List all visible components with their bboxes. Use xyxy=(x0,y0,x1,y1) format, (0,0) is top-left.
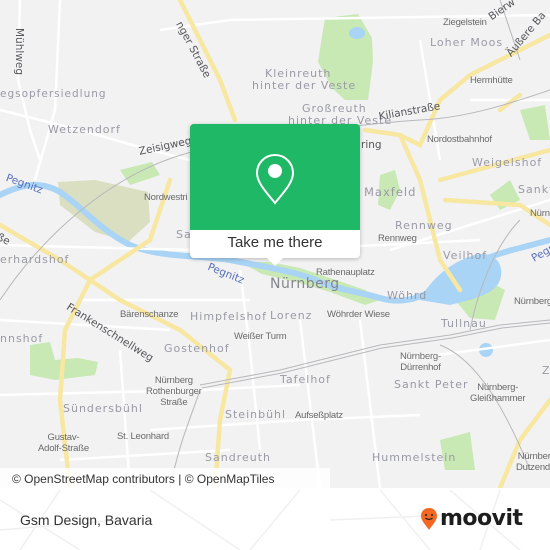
popup-header[interactable] xyxy=(190,124,360,230)
location-popup[interactable]: Take me there xyxy=(190,124,360,266)
label-gleisshammer: Nürnberg- Gleißhammer xyxy=(470,382,526,404)
label-tafelhof: Tafelhof xyxy=(280,373,331,386)
label-sankt-peter: Sankt Peter xyxy=(394,378,469,391)
label-duerrenhof-line2: Dürrenhof xyxy=(400,362,441,373)
label-muhlweg: Mühlweg xyxy=(13,28,25,75)
popup-pointer xyxy=(267,258,283,266)
label-nordwestring: Nordwestri xyxy=(144,192,188,203)
aeussere-bayreuther-strasse xyxy=(362,32,550,149)
label-gleisshammer-line2: Gleißhammer xyxy=(470,393,526,404)
label-rennweg-district: Rennweg xyxy=(395,219,453,232)
label-baerenschanze: Bärenschanze xyxy=(120,309,179,320)
moovit-wordmark: moovit xyxy=(440,506,523,531)
park-ne xyxy=(520,105,550,140)
label-suendersbuehl: Sündersbühl xyxy=(63,402,143,415)
label-woehrder-wiese: Wöhrder Wiese xyxy=(327,309,390,320)
label-maxfeld: Maxfeld xyxy=(364,185,417,199)
label-steinbuehl: Steinbühl xyxy=(225,408,287,421)
label-rothenburger-line2: Rothenburger xyxy=(146,386,202,397)
label-kleinreuth-2: hinter der Veste xyxy=(252,79,357,92)
label-kleinreuth-1: Kleinreuth xyxy=(265,67,332,80)
label-st-leonhard: St. Leonhard xyxy=(117,431,170,442)
label-nuernberg-city: Nürnberg xyxy=(270,276,340,292)
map-pin-icon xyxy=(255,153,295,205)
erlanger-strasse xyxy=(177,0,238,123)
park-westpark xyxy=(58,180,150,242)
label-z: Z xyxy=(542,364,550,377)
label-hermhuette: Hermhütte xyxy=(470,75,513,86)
pond-north xyxy=(349,27,365,39)
label-nordostbahnhof: Nordostbahnhof xyxy=(427,134,492,145)
label-ziegelstein: Ziegelstein xyxy=(443,17,487,28)
footer: Gsm Design, Bavaria moovit xyxy=(0,490,550,550)
label-grossreuth-1: Großreuth xyxy=(302,102,367,115)
label-aufsessplatz: Aufseßplatz xyxy=(295,410,343,421)
label-rothenburger-line1: Nürnberg xyxy=(154,375,193,386)
label-hummelstein: Hummelstein xyxy=(372,451,457,464)
moovit-pin-icon xyxy=(421,507,437,530)
label-gustav-line1: Gustav- xyxy=(47,432,80,443)
label-nordring: ring xyxy=(361,139,382,151)
road-se xyxy=(497,397,550,488)
label-gleisshammer-line1: Nürnberg- xyxy=(477,382,519,393)
moovit-logo[interactable]: moovit xyxy=(420,506,523,531)
label-dutzendteich-line1: Nürnberg xyxy=(517,451,550,462)
label-himpfelshof: Himpfelshof xyxy=(190,310,268,323)
label-veilhof: Veilhof xyxy=(443,249,488,262)
label-lorenz: Lorenz xyxy=(270,309,313,322)
label-weisser-turm: Weißer Turm xyxy=(234,331,287,342)
label-tullnau: Tullnau xyxy=(441,317,487,330)
label-nuernberg-east: Nürnberg xyxy=(514,296,550,307)
label-gostenhof: Gostenhof xyxy=(164,342,230,355)
map-canvas[interactable]: Mühlweg nger Straße egsopfersiedlung Wet… xyxy=(0,0,550,488)
label-sandreuth: Sandreuth xyxy=(205,451,271,464)
place-name: Gsm Design, Bavaria xyxy=(20,512,153,528)
label-rennweg-station: Rennweg xyxy=(378,233,417,244)
label-sankt-jobst: Sankt xyxy=(518,183,550,196)
label-duerrenhof: Nürnberg- Dürrenhof xyxy=(400,351,441,373)
label-duerrenhof-line1: Nürnberg- xyxy=(400,351,441,362)
label-rothenburger-strasse: Nürnberg Rothenburger Straße xyxy=(146,375,202,408)
label-dutzendteich-line2: Dutzendte xyxy=(516,462,550,473)
label-nuernberg-ost: Nürn xyxy=(530,208,550,219)
label-loher-moos: Loher Moos xyxy=(430,36,504,49)
take-me-there-button[interactable]: Take me there xyxy=(190,230,360,258)
label-kriegsopfersiedlung: egsopfersiedlung xyxy=(0,88,107,100)
map-attribution[interactable]: © OpenStreetMap contributors | © OpenMap… xyxy=(0,468,330,488)
label-gustav-adolf-strasse: Gustav- Adolf-Straße xyxy=(38,432,89,454)
label-erhardshof: erhardshof xyxy=(0,253,70,266)
label-wetzendorf: Wetzendorf xyxy=(48,123,121,136)
label-gustav-line2: Adolf-Straße xyxy=(38,443,89,454)
label-rothenburger-line3: Straße xyxy=(160,397,188,408)
label-woehrd: Wöhrd xyxy=(387,289,428,302)
label-weigelshof: Weigelshof xyxy=(472,156,543,169)
label-dutzendteich: Nürnberg Dutzendte xyxy=(516,451,550,473)
label-nnshof: nnshof xyxy=(0,332,44,345)
